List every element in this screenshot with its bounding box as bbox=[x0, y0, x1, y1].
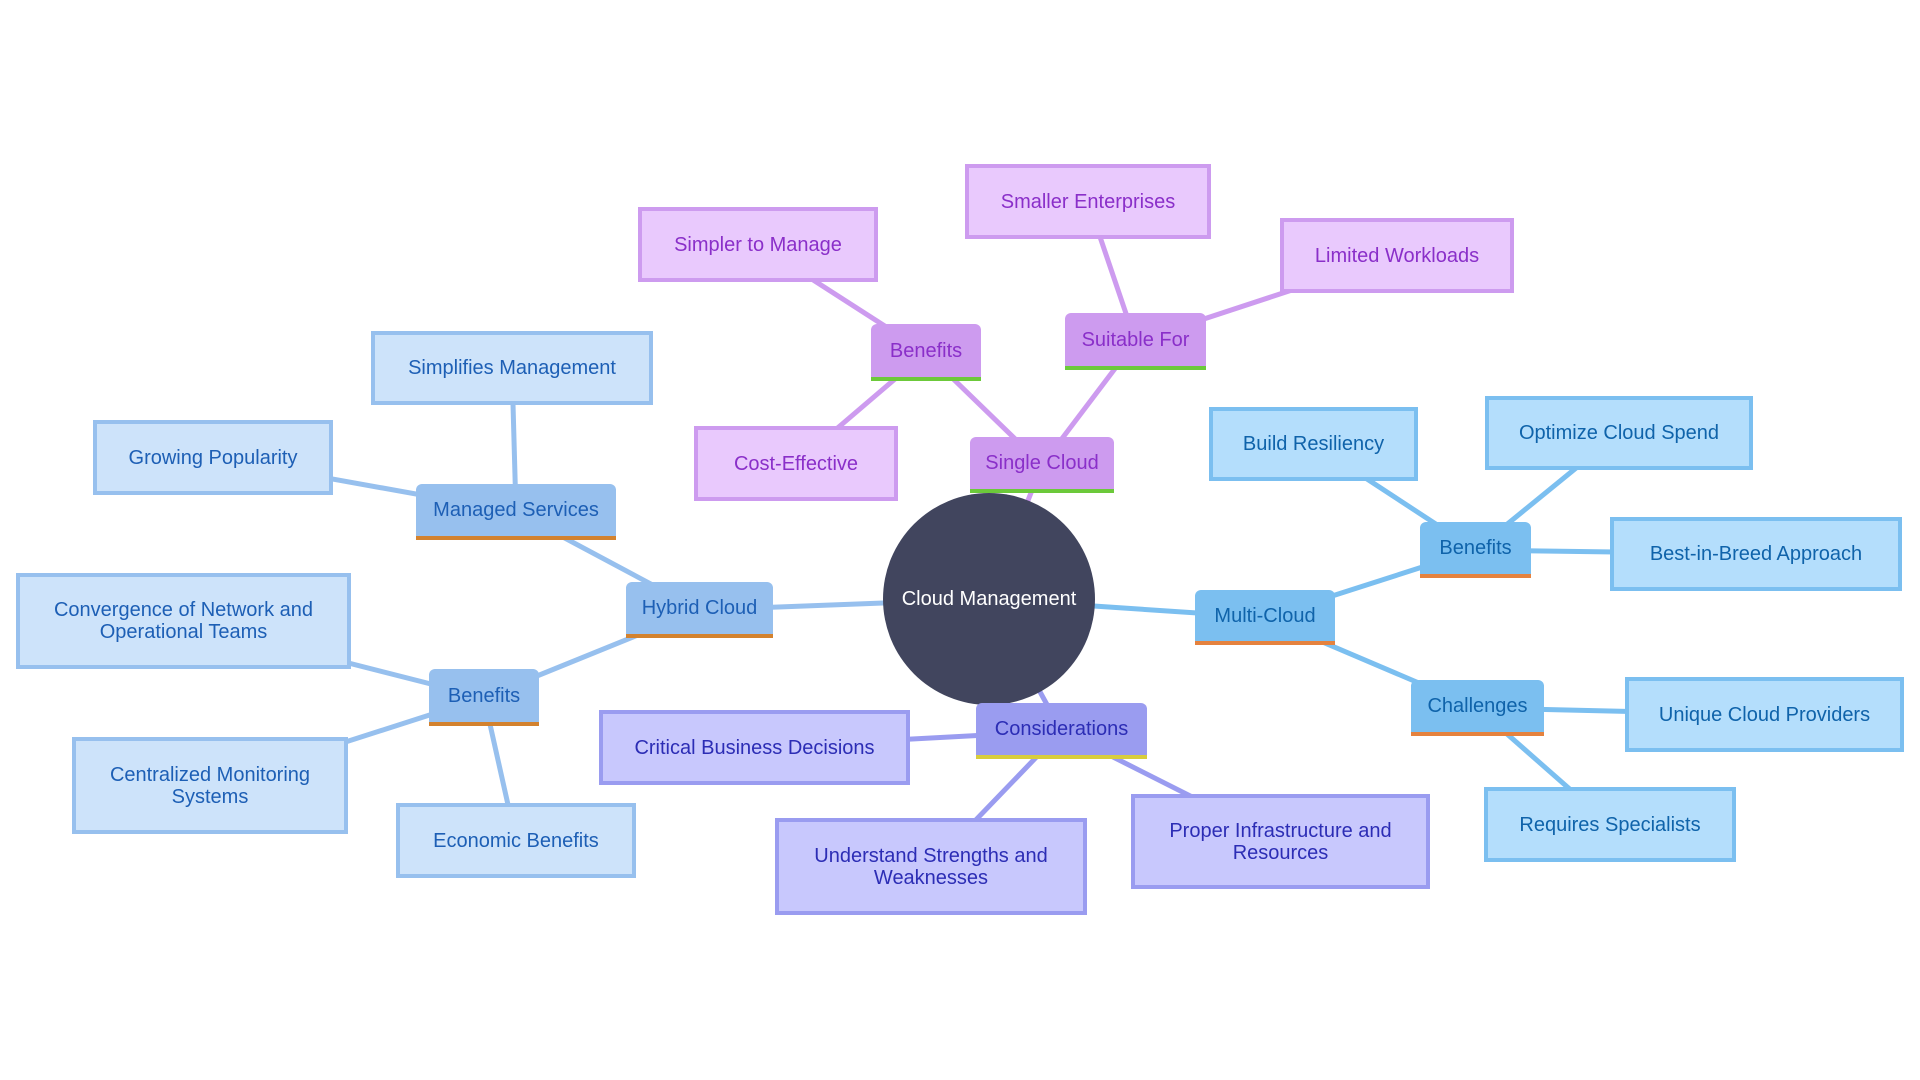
node-multi-cloud[interactable]: Multi-Cloud bbox=[1195, 590, 1335, 645]
node-multi-cloud-benefits[interactable]: Benefits bbox=[1420, 522, 1531, 578]
node-economic-benefits[interactable]: Economic Benefits bbox=[396, 803, 636, 878]
node-build-resiliency[interactable]: Build Resiliency bbox=[1209, 407, 1418, 481]
node-label: Single Cloud bbox=[985, 452, 1099, 474]
node-hybrid-cloud-benefits[interactable]: Benefits bbox=[429, 669, 539, 726]
node-cost-effective[interactable]: Cost-Effective bbox=[694, 426, 898, 501]
node-label: Simpler to Manage bbox=[674, 233, 842, 256]
node-label: Benefits bbox=[447, 684, 521, 707]
node-smaller-enterprises[interactable]: Smaller Enterprises bbox=[965, 164, 1211, 239]
node-multi-cloud-challenges[interactable]: Challenges bbox=[1411, 680, 1544, 736]
mindmap-canvas: Cloud Management Single Cloud Benefits S… bbox=[0, 0, 1920, 1080]
node-label: Build Resiliency bbox=[1242, 433, 1385, 455]
node-label: Economic Benefits bbox=[433, 829, 599, 852]
node-label: Best-in-Breed Approach bbox=[1649, 543, 1863, 565]
node-simpler-to-manage[interactable]: Simpler to Manage bbox=[638, 207, 878, 282]
node-label: Unique Cloud Providers bbox=[1658, 703, 1871, 726]
node-label: Multi-Cloud bbox=[1214, 604, 1316, 627]
node-critical-business-decisions[interactable]: Critical Business Decisions bbox=[599, 710, 910, 785]
node-best-in-breed[interactable]: Best-in-Breed Approach bbox=[1610, 517, 1902, 591]
node-centralized-monitoring[interactable]: Centralized Monitoring Systems bbox=[72, 737, 348, 834]
node-label: Cost-Effective bbox=[733, 452, 859, 475]
node-managed-services[interactable]: Managed Services bbox=[416, 484, 616, 540]
node-label: Benefits bbox=[1439, 537, 1512, 559]
node-label: Smaller Enterprises bbox=[1000, 190, 1176, 213]
node-label: Managed Services bbox=[433, 499, 599, 521]
node-label: Limited Workloads bbox=[1314, 244, 1480, 267]
node-label: Growing Popularity bbox=[128, 446, 298, 469]
node-label: Cloud Management bbox=[901, 588, 1077, 610]
node-unique-cloud-providers[interactable]: Unique Cloud Providers bbox=[1625, 677, 1904, 752]
node-proper-infrastructure[interactable]: Proper Infrastructure and Resources bbox=[1131, 794, 1430, 889]
node-label: Considerations bbox=[994, 718, 1129, 740]
node-label: Centralized Monitoring Systems bbox=[109, 763, 311, 808]
node-optimize-cloud-spend[interactable]: Optimize Cloud Spend bbox=[1485, 396, 1753, 470]
node-limited-workloads[interactable]: Limited Workloads bbox=[1280, 218, 1514, 293]
node-label: Optimize Cloud Spend bbox=[1518, 422, 1720, 444]
node-label: Benefits bbox=[889, 339, 963, 362]
node-convergence[interactable]: Convergence of Network and Operational T… bbox=[16, 573, 351, 669]
node-hybrid-cloud[interactable]: Hybrid Cloud bbox=[626, 582, 773, 638]
node-label: Suitable For bbox=[1081, 328, 1190, 351]
node-single-cloud-benefits[interactable]: Benefits bbox=[871, 324, 981, 381]
node-single-cloud[interactable]: Single Cloud bbox=[970, 437, 1114, 493]
node-label: Requires Specialists bbox=[1519, 813, 1701, 836]
node-label: Simplifies Management bbox=[408, 357, 616, 379]
node-requires-specialists[interactable]: Requires Specialists bbox=[1484, 787, 1736, 862]
node-label: Understand Strengths and Weaknesses bbox=[814, 844, 1048, 889]
node-label: Convergence of Network and Operational T… bbox=[53, 599, 314, 643]
node-label: Hybrid Cloud bbox=[641, 597, 758, 619]
node-label: Critical Business Decisions bbox=[634, 736, 875, 759]
node-simplifies-management[interactable]: Simplifies Management bbox=[371, 331, 653, 405]
node-label: Challenges bbox=[1427, 695, 1528, 717]
node-understand-strengths[interactable]: Understand Strengths and Weaknesses bbox=[775, 818, 1087, 915]
node-label: Proper Infrastructure and Resources bbox=[1169, 819, 1392, 864]
node-growing-popularity[interactable]: Growing Popularity bbox=[93, 420, 333, 495]
root-node[interactable]: Cloud Management bbox=[883, 493, 1095, 705]
node-single-cloud-suitable-for[interactable]: Suitable For bbox=[1065, 313, 1206, 370]
node-considerations[interactable]: Considerations bbox=[976, 703, 1147, 759]
